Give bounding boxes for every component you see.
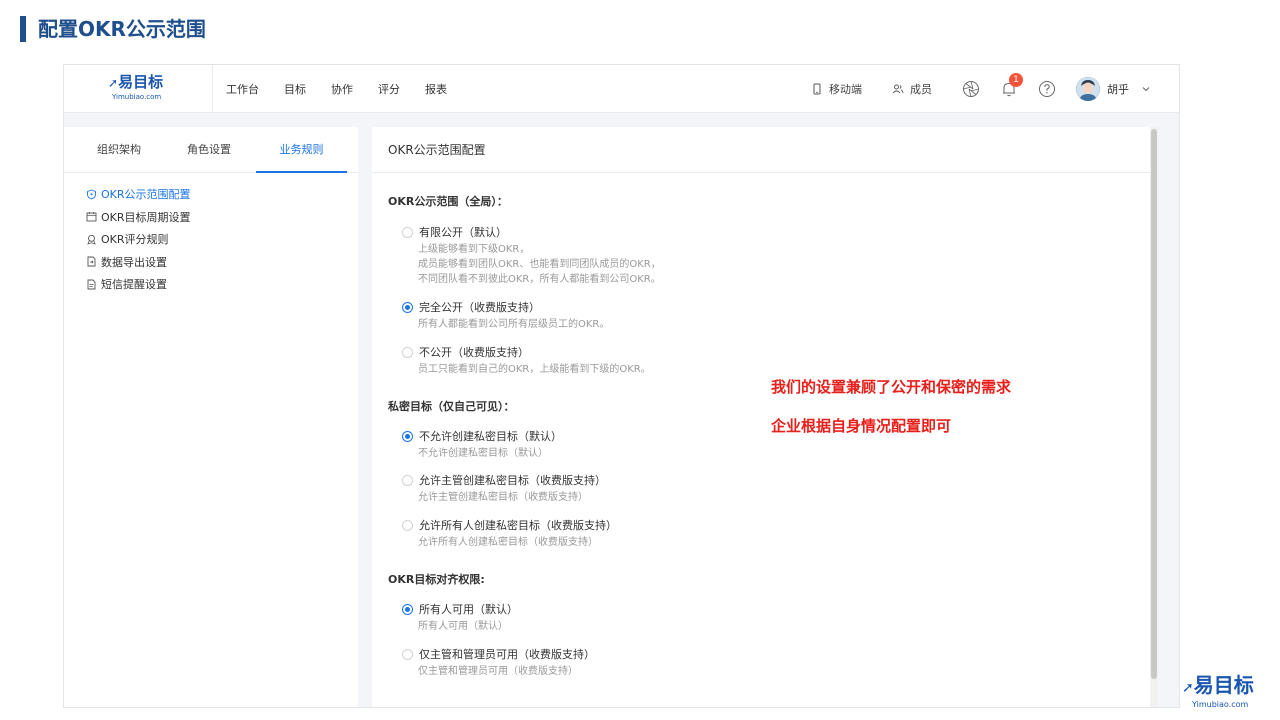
settings-sidebar: 组织架构 角色设置 业务规则 OKR公示范围配置 OKR目标周期设置 OKR评分… [64,127,358,707]
sidebar-item-okr-scoring[interactable]: OKR评分规则 [86,228,191,251]
settings-content-panel: OKR公示范围配置 OKR公示范围（全局）： 有限公开（默认） 上级能够看到下级… [372,127,1158,707]
nav-divider [212,65,213,113]
option-label: 允许所有人创建私密目标（收费版支持） [419,519,617,532]
logo-arrow-icon: ➚ [1182,680,1194,696]
option-fully-public[interactable]: 完全公开（收费版支持） 所有人都能看到公司所有层级员工的OKR。 [402,299,609,332]
radio-button[interactable] [402,346,413,358]
calendar-icon [86,212,97,222]
logo-subtext: Yimubiao.com [1192,700,1249,709]
section-title-visibility: OKR公示范围（全局）： [388,195,508,208]
sidebar-item-sms-reminder[interactable]: 短信提醒设置 [86,273,191,296]
notification-badge: 1 [1009,73,1023,87]
section-title-alignment: OKR目标对齐权限: [388,573,485,586]
slide-title-accent-bar [20,16,26,42]
top-navigation-bar: ➚易目标 Yimubiao.com 工作台 目标 协作 评分 报表 移动端 成员… [64,65,1179,113]
avatar-person-icon [1076,77,1100,101]
slide-title: 配置OKR公示范围 [38,17,206,41]
option-managers-align[interactable]: 仅主管和管理员可用（收费版支持） 仅主管和管理员可用（收费版支持） [402,646,595,679]
chevron-down-icon[interactable] [1141,84,1151,94]
mobile-label: 移动端 [829,83,862,96]
option-label: 不公开（收费版支持） [419,346,529,359]
nav-item-scoring[interactable]: 评分 [378,81,400,97]
option-no-private-goals[interactable]: 不允许创建私密目标（默认） 不允许创建私密目标（默认） [402,428,562,461]
members-link[interactable]: 成员 [892,81,932,97]
mobile-link[interactable]: 移动端 [811,81,862,97]
aperture-icon[interactable] [962,80,980,98]
tab-business-rules[interactable]: 业务规则 [256,127,347,173]
logo-subtext: Yimubiao.com [112,93,162,101]
option-description: 不允许创建私密目标（默认） [418,448,548,459]
corner-brand-logo: ➚易目标 Yimubiao.com [1182,673,1268,709]
logo-arrow-icon: ➚ [108,76,119,90]
message-file-icon [87,279,96,290]
sidebar-item-label: OKR目标周期设置 [101,210,191,224]
panel-title: OKR公示范围配置 [372,127,1158,173]
export-file-icon [87,256,96,267]
sidebar-item-data-export[interactable]: 数据导出设置 [86,251,191,274]
nav-item-collaboration[interactable]: 协作 [331,81,353,97]
user-avatar[interactable] [1076,77,1100,101]
rating-icon [87,234,96,245]
notification-bell[interactable]: 1 [1000,73,1023,98]
main-menu: 工作台 目标 协作 评分 报表 [226,65,472,113]
radio-button[interactable] [402,519,413,531]
sidebar-item-okr-visibility[interactable]: OKR公示范围配置 [86,183,191,206]
option-label: 有限公开（默认） [419,226,507,239]
members-icon [892,84,904,94]
option-limited-public[interactable]: 有限公开（默认） 上级能够看到下级OKR， 成员能够看到团队OKR、也能看到同团… [402,224,661,287]
sidebar-item-label: 数据导出设置 [101,255,167,269]
option-description: 所有人可用（默认） [418,621,508,632]
user-name[interactable]: 胡乎 [1107,81,1129,97]
option-description: 所有人都能看到公司所有层级员工的OKR。 [418,319,610,330]
option-not-public[interactable]: 不公开（收费版支持） 员工只能看到自己的OKR，上级能看到下级的OKR。 [402,344,651,377]
brand-logo[interactable]: ➚易目标 Yimubiao.com [108,73,172,107]
section-title-private-goals: 私密目标（仅自己可见）： [388,400,515,413]
annotation-note-1: 我们的设置兼顾了公开和保密的需求 [771,378,1012,396]
annotation-note-2: 企业根据自身情况配置即可 [771,417,952,435]
sidebar-item-label: OKR评分规则 [101,233,169,247]
radio-button[interactable] [402,474,413,486]
nav-item-goals[interactable]: 目标 [284,81,306,97]
radio-button-checked[interactable] [402,430,413,442]
nav-item-reports[interactable]: 报表 [425,81,447,97]
option-label: 完全公开（收费版支持） [419,301,540,314]
tab-organization[interactable]: 组织架构 [76,127,162,173]
radio-button-checked[interactable] [402,603,413,615]
sidebar-item-label: OKR公示范围配置 [101,188,191,202]
option-description: 上级能够看到下级OKR， 成员能够看到团队OKR、也能看到同团队成员的OKR， … [418,244,661,285]
option-description: 员工只能看到自己的OKR，上级能看到下级的OKR。 [418,364,651,375]
option-manager-private-goals[interactable]: 允许主管创建私密目标（收费版支持） 允许主管创建私密目标（收费版支持） [402,472,606,505]
option-description: 仅主管和管理员可用（收费版支持） [418,666,578,677]
option-description: 允许所有人创建私密目标（收费版支持） [418,537,598,548]
option-label: 所有人可用（默认） [419,603,518,616]
scrollbar-track[interactable] [1150,127,1158,707]
option-label: 允许主管创建私密目标（收费版支持） [419,474,606,487]
logo-text: 易目标 [1193,673,1254,697]
radio-button[interactable] [402,648,413,660]
option-label: 仅主管和管理员可用（收费版支持） [419,648,595,661]
help-icon[interactable] [1038,80,1056,98]
option-description: 允许主管创建私密目标（收费版支持） [418,492,588,503]
mobile-phone-icon [813,83,821,95]
radio-button[interactable] [402,226,413,238]
rules-list: OKR公示范围配置 OKR目标周期设置 OKR评分规则 数据导出设置 短信提醒设… [86,183,191,296]
app-window: ➚易目标 Yimubiao.com 工作台 目标 协作 评分 报表 移动端 成员… [63,64,1180,708]
tab-roles[interactable]: 角色设置 [166,127,252,173]
sidebar-item-okr-cycle[interactable]: OKR目标周期设置 [86,206,191,229]
members-label: 成员 [910,83,932,96]
sidebar-item-label: 短信提醒设置 [101,278,167,292]
option-everyone-align[interactable]: 所有人可用（默认） 所有人可用（默认） [402,601,518,634]
shield-icon [87,189,96,200]
nav-right-tools: 移动端 成员 1 胡乎 [811,65,1151,113]
radio-button-checked[interactable] [402,301,413,313]
option-label: 不允许创建私密目标（默认） [419,430,562,443]
logo-text: 易目标 [118,73,164,91]
settings-tabs: 组织架构 角色设置 业务规则 [64,127,358,173]
option-everyone-private-goals[interactable]: 允许所有人创建私密目标（收费版支持） 允许所有人创建私密目标（收费版支持） [402,517,617,550]
nav-item-workbench[interactable]: 工作台 [226,81,259,97]
scrollbar-thumb[interactable] [1151,129,1157,679]
